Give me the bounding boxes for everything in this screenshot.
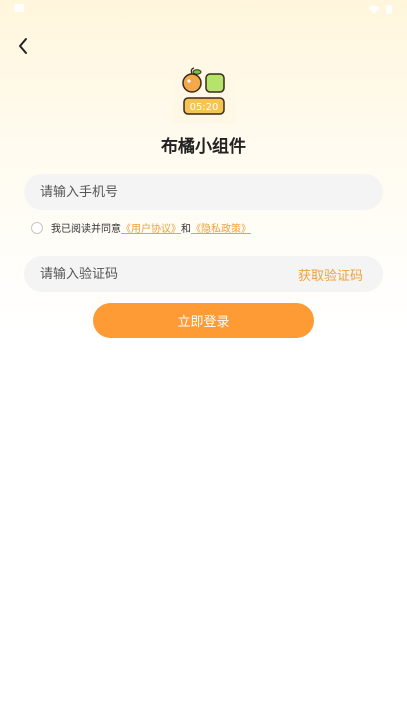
status-right <box>368 4 393 15</box>
agreement-connector: 和 <box>181 224 191 235</box>
status-bar <box>0 0 407 20</box>
verification-code-input[interactable] <box>24 256 280 292</box>
agreement-row: 我已阅读并同意 《用户协议》 和 《隐私政策》 <box>31 220 251 235</box>
logo-time: 05:20 <box>190 102 219 113</box>
app-logo: 05:20 <box>172 66 236 124</box>
phone-field <box>24 174 383 210</box>
get-code-button[interactable]: 获取验证码 <box>298 265 363 284</box>
code-field: 获取验证码 <box>24 256 383 292</box>
status-left <box>14 4 24 12</box>
login-button[interactable]: 立即登录 <box>93 303 314 338</box>
phone-input[interactable] <box>24 174 370 210</box>
agreement-checkbox[interactable] <box>31 221 43 234</box>
user-agreement-link[interactable]: 《用户协议》 <box>121 220 181 235</box>
notification-icon <box>14 4 24 12</box>
back-button[interactable] <box>12 34 36 58</box>
battery-icon <box>386 5 392 14</box>
wifi-icon <box>368 5 380 14</box>
chevron-left-icon <box>19 38 27 54</box>
privacy-policy-link[interactable]: 《隐私政策》 <box>191 220 251 235</box>
app-title: 布橘小组件 <box>161 137 246 157</box>
agreement-prefix: 我已阅读并同意 <box>51 224 121 235</box>
